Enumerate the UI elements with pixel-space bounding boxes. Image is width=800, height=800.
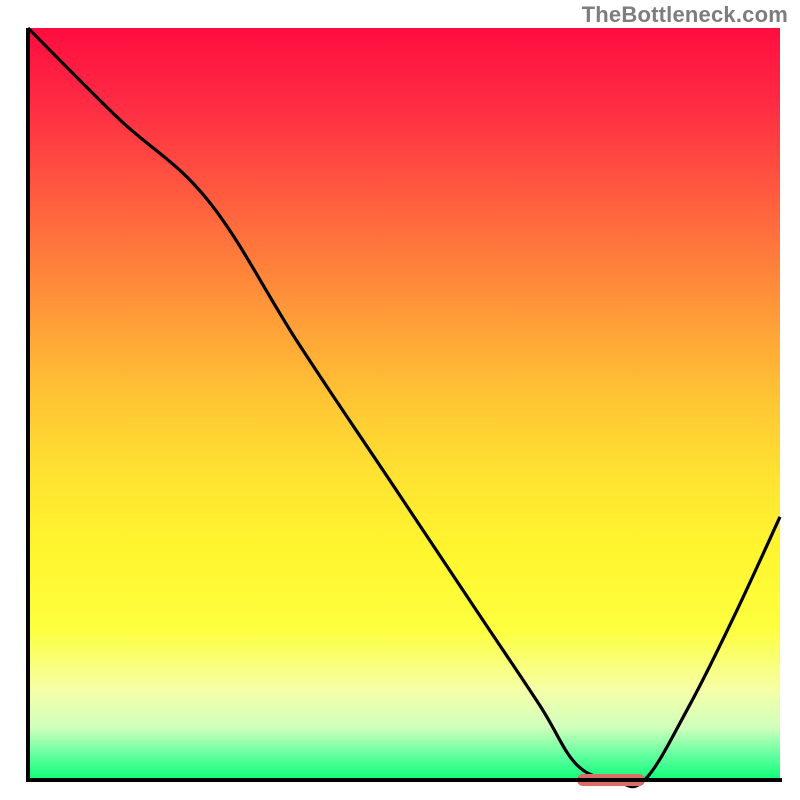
watermark-text: TheBottleneck.com (582, 2, 788, 28)
optimal-range-marker (577, 774, 645, 786)
chart-container: TheBottleneck.com (0, 0, 800, 800)
curve-path (28, 28, 780, 787)
plot-area (28, 28, 780, 780)
bottleneck-curve (28, 28, 780, 780)
